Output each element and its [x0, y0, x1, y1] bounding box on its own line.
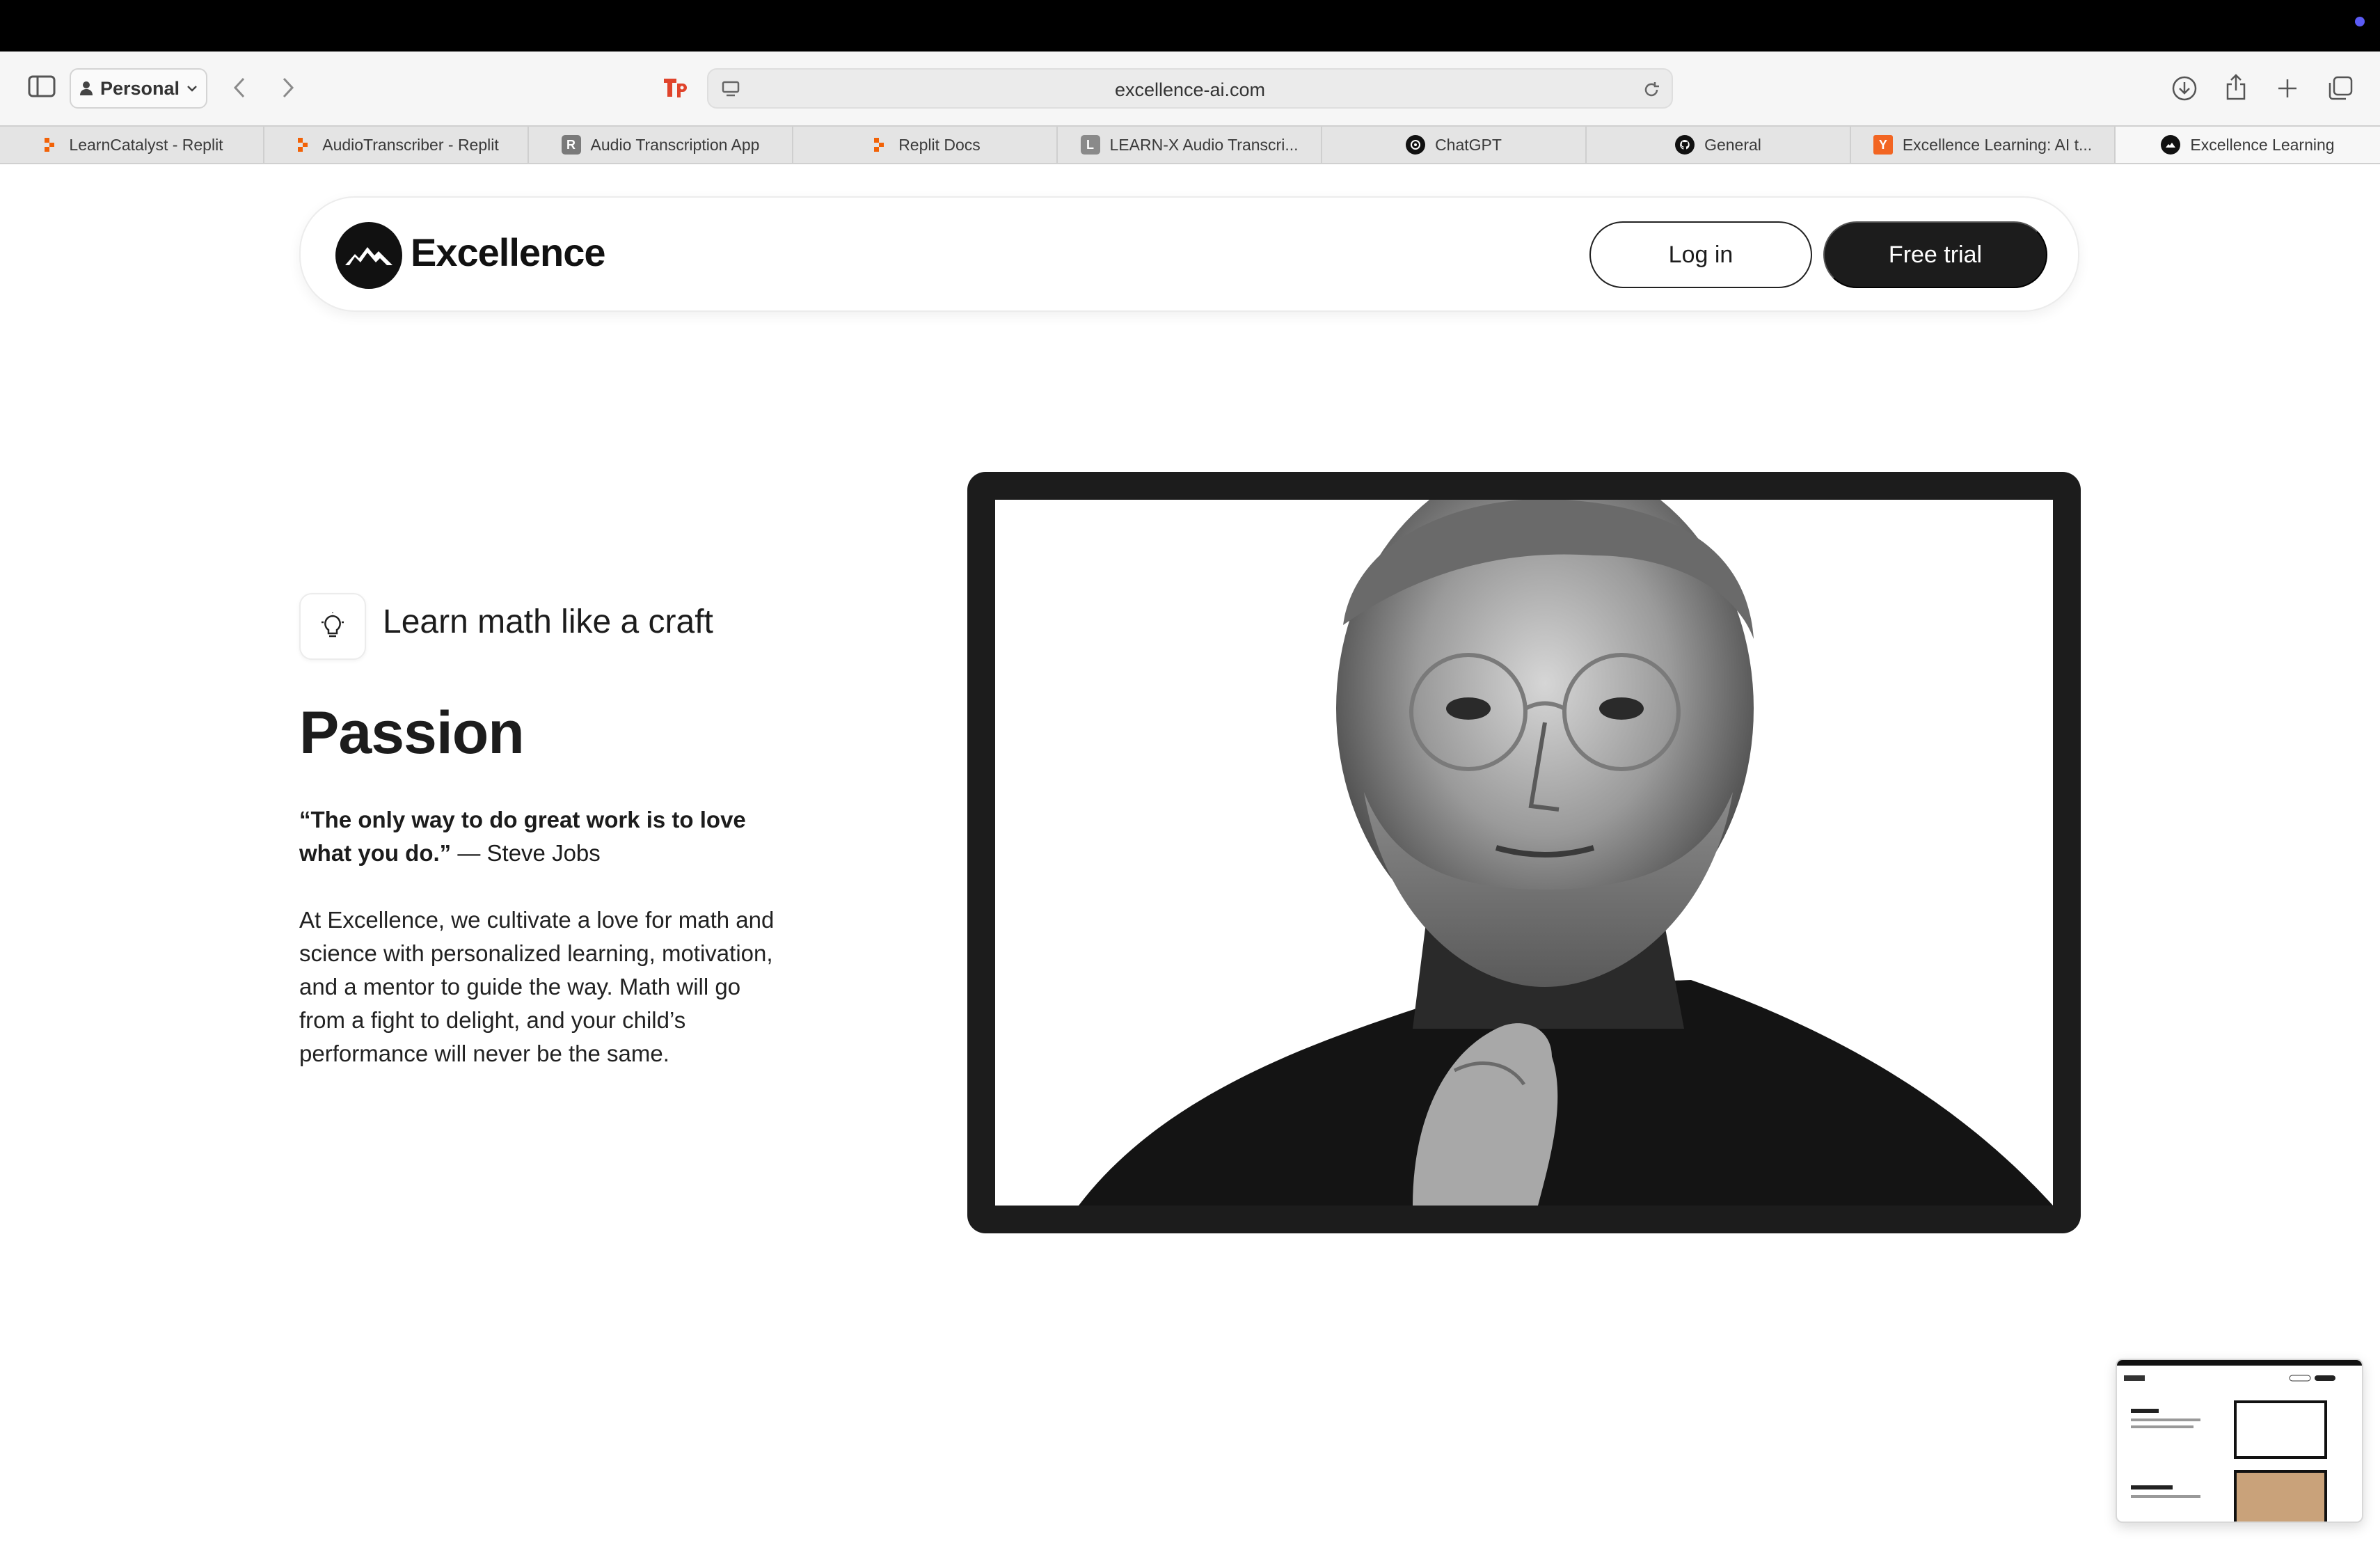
plus-icon: [2278, 79, 2296, 97]
portrait-photo: [995, 500, 2053, 1206]
tab-label: AudioTranscriber - Replit: [322, 135, 499, 154]
tab-excellence-learning[interactable]: Excellence Learning: [2116, 127, 2380, 163]
tab-replit-docs[interactable]: Replit Docs: [793, 127, 1058, 163]
tab-learn-x[interactable]: L LEARN-X Audio Transcri...: [1058, 127, 1322, 163]
chevron-left-icon: [233, 77, 245, 98]
github-icon: [1675, 135, 1695, 155]
tab-chatgpt[interactable]: ChatGPT: [1322, 127, 1587, 163]
address-bar[interactable]: excellence-ai.com: [707, 68, 1673, 109]
chatgpt-icon: [1406, 135, 1426, 155]
site-header: Excellence Log in Free trial: [299, 196, 2079, 312]
chevron-right-icon: [283, 77, 294, 98]
tab-learncatalyst[interactable]: LearnCatalyst - Replit: [0, 127, 264, 163]
person-icon: [79, 81, 93, 95]
reload-button[interactable]: [1640, 78, 1663, 102]
extension-button[interactable]: [660, 71, 692, 104]
profile-label: Personal: [100, 77, 180, 99]
tab-label: General: [1704, 135, 1761, 154]
mountain-logo-icon[interactable]: [335, 222, 402, 289]
tp-extension-icon: [664, 79, 687, 97]
hero-title: Passion: [299, 700, 525, 766]
chevron-down-icon: [187, 86, 197, 92]
tab-label: Audio Transcription App: [590, 135, 760, 154]
reload-icon: [1644, 82, 1659, 97]
tab-audiotranscriber[interactable]: AudioTranscriber - Replit: [264, 127, 529, 163]
replit-icon: [40, 135, 59, 155]
sidebar-icon: [28, 75, 56, 97]
lightbulb-icon: [299, 593, 366, 660]
share-button[interactable]: [2219, 70, 2253, 104]
tab-general[interactable]: General: [1587, 127, 1851, 163]
site-logo-text[interactable]: Excellence: [411, 230, 606, 275]
sidebar-toggle-button[interactable]: [25, 72, 58, 100]
new-tab-button[interactable]: [2270, 71, 2305, 106]
replit-icon: [293, 135, 312, 155]
tab-label: Excellence Learning: [2190, 135, 2335, 154]
excellence-icon: [2161, 135, 2181, 155]
forward-button[interactable]: [273, 71, 303, 104]
back-button[interactable]: [224, 71, 255, 104]
tab-label: Replit Docs: [898, 135, 981, 154]
tab-label: LearnCatalyst - Replit: [69, 135, 223, 154]
tab-overview-button[interactable]: [2323, 71, 2358, 106]
free-trial-button[interactable]: Free trial: [1823, 221, 2047, 288]
profile-button[interactable]: Personal: [70, 68, 207, 109]
tab-bar: LearnCatalyst - Replit AudioTranscriber …: [0, 125, 2380, 164]
y-letter-icon: Y: [1873, 135, 1893, 155]
l-letter-icon: L: [1080, 135, 1100, 155]
tab-audio-transcription-app[interactable]: R Audio Transcription App: [529, 127, 793, 163]
browser-toolbar: Personal excellence-ai.com: [0, 52, 2380, 125]
tab-label: ChatGPT: [1435, 135, 1502, 154]
login-button[interactable]: Log in: [1589, 221, 1812, 288]
download-icon: [2172, 76, 2197, 101]
tab-excellence-learning-ai[interactable]: Y Excellence Learning: AI t...: [1851, 127, 2116, 163]
downloads-button[interactable]: [2167, 71, 2202, 106]
hero-quote: “The only way to do great work is to lov…: [299, 803, 786, 870]
quote-attribution: — Steve Jobs: [451, 840, 601, 866]
share-icon: [2226, 74, 2246, 100]
r-letter-icon: R: [561, 135, 581, 155]
page-preview-thumbnail[interactable]: [2116, 1359, 2363, 1523]
tab-label: Excellence Learning: AI t...: [1902, 135, 2093, 154]
tab-overview-icon: [2329, 76, 2353, 100]
hero-body: At Excellence, we cultivate a love for m…: [299, 907, 775, 1066]
system-menu-bar: [0, 0, 2380, 52]
hero-image-frame: [967, 472, 2081, 1233]
status-dot: [2355, 17, 2365, 26]
tab-label: LEARN-X Audio Transcri...: [1109, 135, 1299, 154]
hero-tagline: Learn math like a craft: [383, 603, 713, 640]
url-text: excellence-ai.com: [1114, 79, 1266, 100]
replit-icon: [869, 135, 889, 155]
